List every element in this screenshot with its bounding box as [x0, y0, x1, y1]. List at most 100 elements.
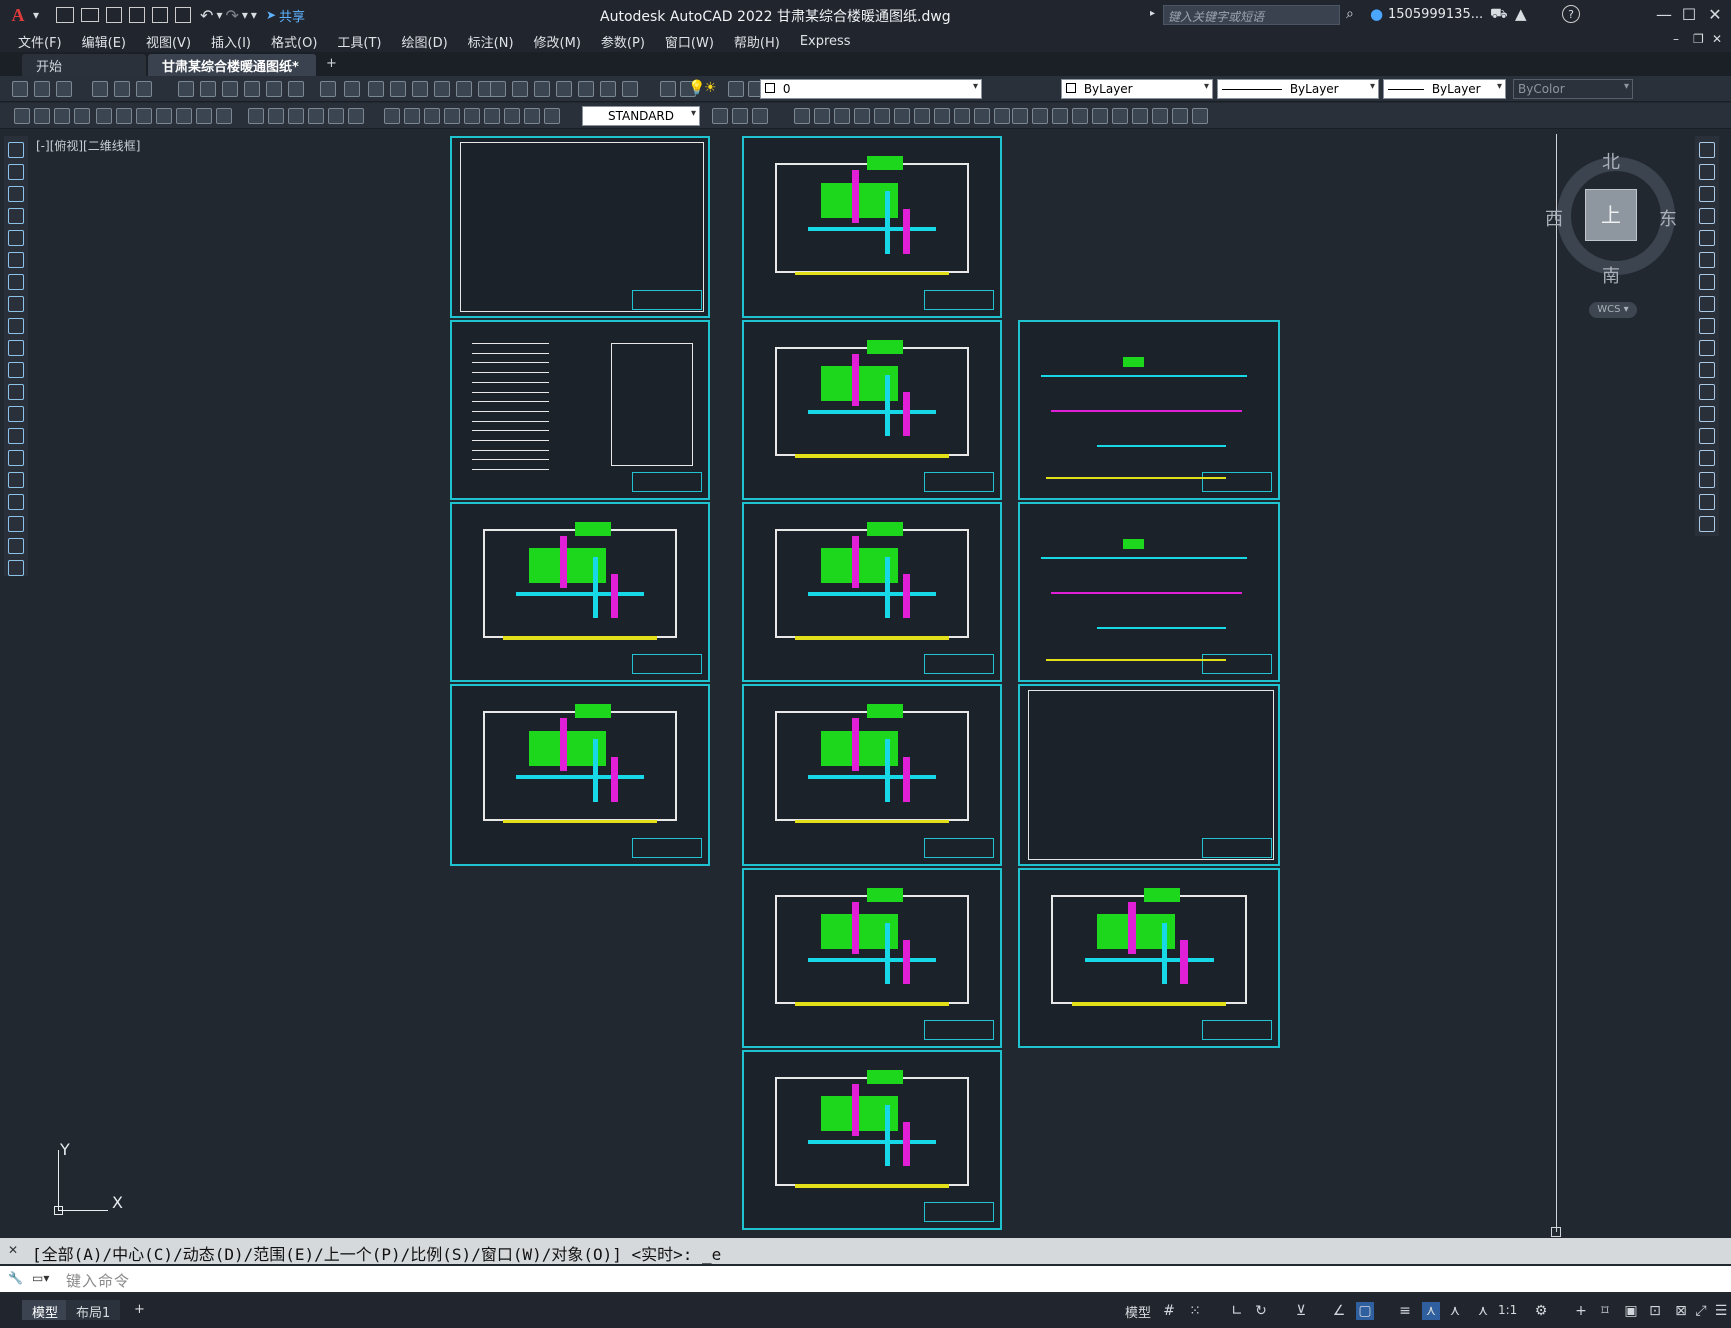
draw-tool-icon-18[interactable]	[8, 516, 24, 532]
standard-tool-icon-13[interactable]	[320, 81, 336, 97]
layer-freeze-icon[interactable]: ☀	[704, 80, 717, 96]
lineweight-icon[interactable]: ≡	[1396, 1302, 1414, 1320]
modify-tool-icon-11[interactable]	[1699, 362, 1715, 378]
drawing-sheet-13[interactable]	[1018, 868, 1280, 1048]
standard-tool-icon-7[interactable]	[178, 81, 194, 97]
menu-draw[interactable]: 绘图(D)	[392, 32, 458, 51]
menu-tools[interactable]: 工具(T)	[327, 32, 391, 51]
layer-bulb-icon[interactable]: 💡	[688, 80, 705, 96]
menu-express[interactable]: Express	[790, 34, 861, 49]
units-icon[interactable]: ⌑	[1596, 1302, 1614, 1320]
dimension-tool-icon-37[interactable]	[934, 108, 950, 124]
modify-tool-icon-15[interactable]	[1699, 450, 1715, 466]
standard-tool-icon-28[interactable]	[660, 81, 676, 97]
dimension-tool-icon-19[interactable]	[404, 108, 420, 124]
drawing-sheet-7[interactable]	[742, 502, 1002, 682]
viewport-controls-label[interactable]: [-][俯视][二维线框]	[36, 137, 140, 154]
draw-tool-icon-10[interactable]	[8, 340, 24, 356]
drawing-sheet-10[interactable]	[742, 684, 1002, 866]
dimension-tool-icon-3[interactable]	[54, 108, 70, 124]
menu-dimension[interactable]: 标注(N)	[458, 32, 524, 51]
object-snap-icon[interactable]: ▢	[1356, 1302, 1374, 1320]
doc-minimize-icon[interactable]: –	[1673, 32, 1679, 46]
dimension-tool-icon-38[interactable]	[954, 108, 970, 124]
workspace-gear-icon[interactable]: ⚙	[1532, 1302, 1550, 1320]
dimension-tool-icon-18[interactable]	[384, 108, 400, 124]
textstyle-combo[interactable]: STANDARD ▾	[582, 106, 700, 126]
standard-tool-icon-23[interactable]	[534, 81, 550, 97]
maximize-icon[interactable]: ☐	[1677, 4, 1701, 26]
drawing-sheet-12[interactable]	[742, 868, 1002, 1048]
dimension-tool-icon-45[interactable]	[1092, 108, 1108, 124]
menu-insert[interactable]: 插入(I)	[201, 32, 261, 51]
dimension-tool-icon-31[interactable]	[814, 108, 830, 124]
viewcube-west-label[interactable]: 西	[1545, 205, 1563, 231]
modify-tool-icon-1[interactable]	[1699, 142, 1715, 158]
drawing-sheet-4[interactable]	[742, 320, 1002, 500]
standard-tool-icon-14[interactable]	[344, 81, 360, 97]
dimension-tool-icon-39[interactable]	[974, 108, 990, 124]
dimension-tool-icon-32[interactable]	[834, 108, 850, 124]
viewcube-east-label[interactable]: 东	[1659, 205, 1677, 231]
dimension-tool-icon-10[interactable]	[196, 108, 212, 124]
user-name[interactable]: 1505999135...	[1388, 7, 1483, 22]
standard-tool-icon-26[interactable]	[600, 81, 616, 97]
dimension-tool-icon-1[interactable]	[14, 108, 30, 124]
object-snap-tracking-icon[interactable]: ∠	[1330, 1302, 1348, 1320]
draw-tool-icon-7[interactable]	[8, 274, 24, 290]
user-icon[interactable]: ●	[1370, 5, 1383, 23]
tab-start[interactable]: 开始	[22, 54, 146, 76]
modify-tool-icon-16[interactable]	[1699, 472, 1715, 488]
dimension-tool-icon-14[interactable]	[288, 108, 304, 124]
lineweight-combo[interactable]: ByLayer ▾	[1383, 79, 1506, 99]
drawing-sheet-11[interactable]	[1018, 684, 1280, 866]
annotation-scale-value[interactable]: 1:1	[1498, 1303, 1517, 1317]
dimension-tool-icon-47[interactable]	[1132, 108, 1148, 124]
modify-tool-icon-4[interactable]	[1699, 208, 1715, 224]
menu-view[interactable]: 视图(V)	[136, 32, 201, 51]
drawing-sheet-14[interactable]	[742, 1050, 1002, 1230]
help-icon[interactable]: ?	[1562, 5, 1580, 23]
drawing-sheet-5[interactable]	[1018, 320, 1280, 500]
dimension-tool-icon-9[interactable]	[176, 108, 192, 124]
modify-tool-icon-12[interactable]	[1699, 384, 1715, 400]
dimension-tool-icon-11[interactable]	[216, 108, 232, 124]
quick-properties-icon[interactable]: ▣	[1622, 1302, 1640, 1320]
ortho-icon[interactable]: ∟	[1228, 1302, 1246, 1320]
draw-tool-icon-14[interactable]	[8, 428, 24, 444]
cart-icon[interactable]: ⛟	[1490, 6, 1508, 24]
draw-tool-icon-20[interactable]	[8, 560, 24, 576]
color-combo[interactable]: ByLayer ▾	[1061, 79, 1213, 99]
dimension-tool-icon-29[interactable]	[752, 108, 768, 124]
tab-add-button[interactable]: +	[320, 54, 343, 76]
clean-screen-icon[interactable]: ⤢	[1692, 1302, 1710, 1320]
modify-tool-icon-9[interactable]	[1699, 318, 1715, 334]
doc-restore-icon[interactable]: ❐	[1693, 32, 1704, 46]
plot-icon[interactable]	[175, 7, 192, 23]
polar-icon[interactable]: ↻	[1252, 1302, 1270, 1320]
dimension-tool-icon-50[interactable]	[1192, 108, 1208, 124]
standard-tool-icon-17[interactable]	[412, 81, 428, 97]
auto-scale-icon[interactable]: ⋏	[1446, 1302, 1464, 1320]
plotstyle-combo[interactable]: ByColor ▾	[1513, 79, 1633, 99]
annotation-visibility-icon[interactable]: ⋏	[1422, 1302, 1440, 1320]
draw-tool-icon-6[interactable]	[8, 252, 24, 268]
dimension-tool-icon-33[interactable]	[854, 108, 870, 124]
modify-tool-icon-8[interactable]	[1699, 296, 1715, 312]
command-close-icon[interactable]: ✕	[8, 1243, 18, 1257]
draw-tool-icon-17[interactable]	[8, 494, 24, 510]
autocad-logo-icon[interactable]: A	[6, 3, 30, 27]
modify-tool-icon-3[interactable]	[1699, 186, 1715, 202]
dimension-tool-icon-30[interactable]	[794, 108, 810, 124]
standard-tool-icon-8[interactable]	[200, 81, 216, 97]
standard-tool-icon-2[interactable]	[34, 81, 50, 97]
standard-tool-icon-1[interactable]	[12, 81, 28, 97]
save-icon[interactable]	[106, 7, 123, 23]
minimize-icon[interactable]: —	[1652, 4, 1676, 26]
viewcube-south-label[interactable]: 南	[1602, 262, 1620, 288]
tab-add-layout[interactable]: +	[124, 1300, 155, 1320]
draw-tool-icon-19[interactable]	[8, 538, 24, 554]
draw-tool-icon-5[interactable]	[8, 230, 24, 246]
standard-tool-icon-6[interactable]	[136, 81, 152, 97]
dimension-tool-icon-42[interactable]	[1032, 108, 1048, 124]
